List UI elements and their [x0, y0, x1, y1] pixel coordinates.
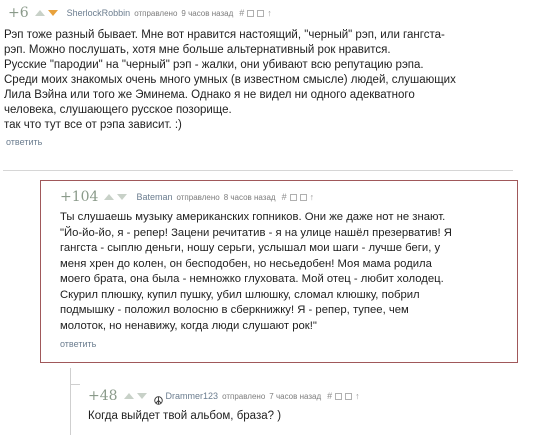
reply-link[interactable]: ответить: [6, 137, 528, 147]
upvote-icon[interactable]: [123, 393, 134, 399]
comment-author[interactable]: SherlockRobbin: [67, 8, 131, 18]
thread-line: [70, 368, 71, 435]
permalink-icon[interactable]: #: [239, 8, 244, 18]
thread-line: [70, 384, 80, 385]
upvote-icon[interactable]: [104, 194, 115, 200]
report-icon[interactable]: [299, 193, 307, 201]
comment-sent-label: отправлено: [222, 391, 266, 401]
parent-arrow-icon[interactable]: ↑: [310, 192, 315, 202]
upvote-icon[interactable]: [34, 10, 45, 16]
comment-sent-label: отправлено: [176, 192, 220, 202]
comment-1-meta: +6 SherlockRobbin отправлено 9 часов наз…: [8, 4, 528, 22]
report-icon[interactable]: [345, 392, 353, 400]
comment-author[interactable]: Drammer123: [166, 391, 219, 401]
comment-3-meta: +48 Drammer123 отправлено 7 часов назад …: [88, 387, 528, 405]
save-icon[interactable]: [335, 392, 343, 400]
comment-body: Ты слушаешь музыку американских гопников…: [60, 211, 452, 332]
downvote-icon[interactable]: [47, 10, 58, 16]
downvote-icon[interactable]: [117, 194, 128, 200]
comment-2: +104 Bateman отправлено 8 часов назад # …: [60, 188, 510, 349]
comment-body: Рэп тоже разный бывает. Мне вот нравится…: [4, 29, 456, 131]
permalink-icon[interactable]: #: [327, 391, 332, 401]
save-icon[interactable]: [289, 193, 297, 201]
comment-2-meta: +104 Bateman отправлено 8 часов назад # …: [60, 188, 510, 206]
comment-1: +6 SherlockRobbin отправлено 9 часов наз…: [4, 4, 528, 147]
comment-author[interactable]: Bateman: [136, 192, 172, 202]
parent-arrow-icon[interactable]: ↑: [355, 391, 360, 401]
comment-body: Когда выйдет твой альбом, браза? ): [88, 410, 282, 422]
comment-time[interactable]: 9 часов назад: [181, 9, 233, 18]
downvote-icon[interactable]: [136, 393, 147, 399]
reply-link[interactable]: ответить: [60, 339, 510, 349]
comment-time[interactable]: 7 часов назад: [269, 392, 321, 401]
comment-time[interactable]: 8 часов назад: [224, 193, 276, 202]
save-icon[interactable]: [247, 9, 255, 17]
parent-arrow-icon[interactable]: ↑: [267, 8, 272, 18]
comment-divider: [3, 170, 513, 171]
comment-3: +48 Drammer123 отправлено 7 часов назад …: [88, 387, 528, 424]
permalink-icon[interactable]: #: [282, 192, 287, 202]
comment-sent-label: отправлено: [134, 8, 178, 18]
comment-score: +6: [8, 5, 29, 21]
comment-score: +104: [60, 189, 99, 205]
peace-icon: [153, 392, 163, 405]
report-icon[interactable]: [257, 9, 265, 17]
comment-score: +48: [88, 388, 118, 404]
